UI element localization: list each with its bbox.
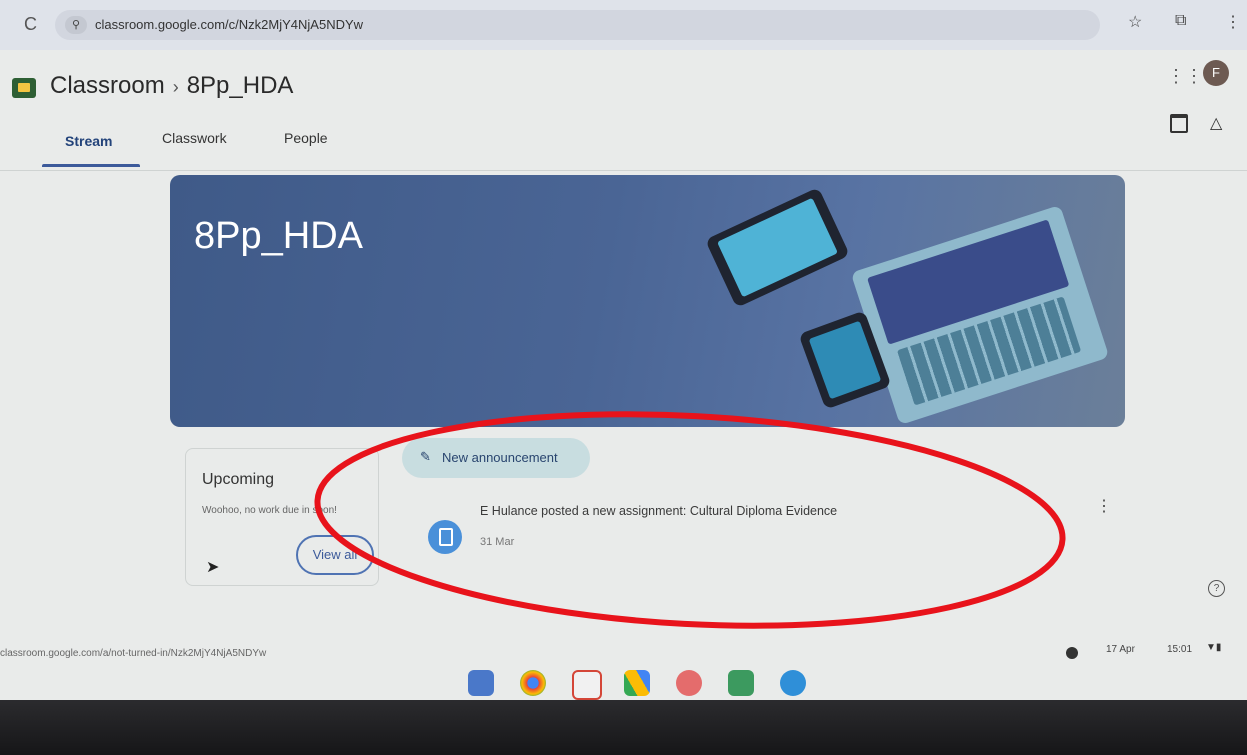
laptop-screen: C ⚲ classroom.google.com/c/Nzk2MjY4NjA5N… xyxy=(0,0,1247,700)
laptop-bezel xyxy=(0,700,1247,755)
red-annotation-ellipse xyxy=(314,411,1066,629)
